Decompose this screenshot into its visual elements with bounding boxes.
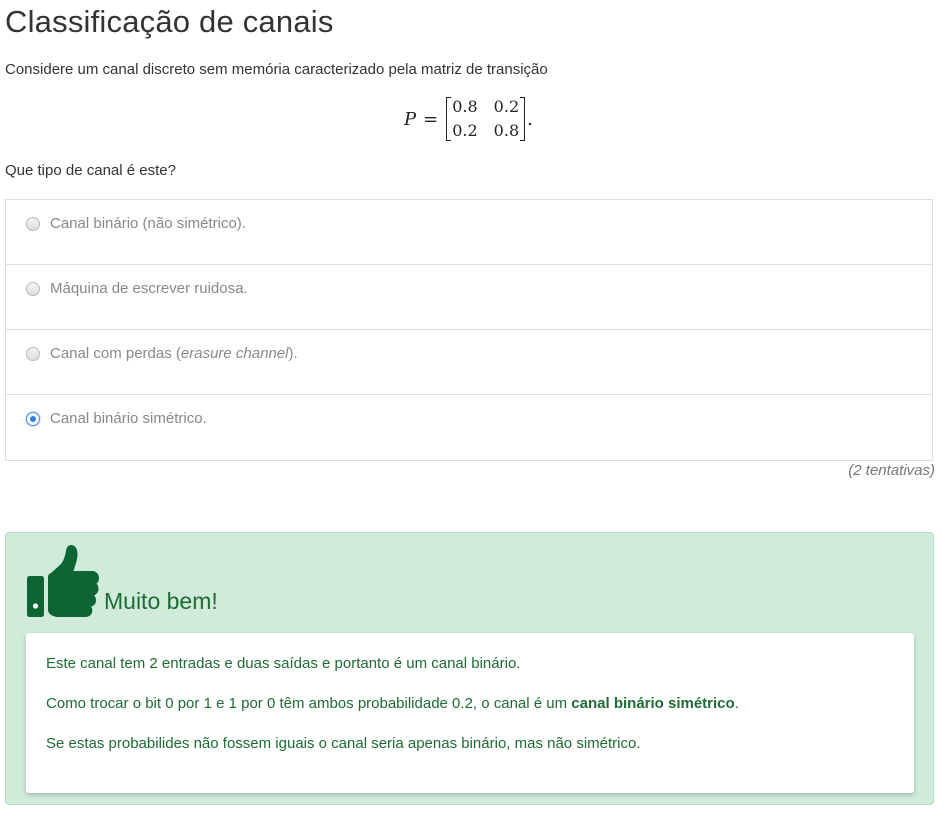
option-label: Canal com perdas (erasure channel). [50,344,298,364]
feedback-paragraph: Este canal tem 2 entradas e duas saídas … [46,655,521,672]
option-noisy-typewriter[interactable]: Máquina de escrever ruidosa. [6,265,932,330]
transition-matrix-equation: P = 0.8 0.2 0.2 0.8 . [404,93,533,145]
feedback-text: Como trocar o bit 0 por 1 e 1 por 0 têm … [46,695,572,712]
feedback-explanation: Este canal tem 2 entradas e duas saídas … [26,633,914,793]
option-label: Canal binário (não simétrico). [50,215,246,232]
option-label: Máquina de escrever ruidosa. [50,280,248,297]
option-erasure-channel[interactable]: Canal com perdas (erasure channel). [6,330,932,395]
matrix-variable: P [404,108,417,130]
feedback-title: Muito bem! [104,588,218,614]
option-label-suffix: ). [288,345,298,362]
feedback-panel: Muito bem! Este canal tem 2 entradas e d… [5,532,934,805]
radio-button[interactable] [26,347,40,361]
attempts-count: (2 tentativas) [848,462,935,479]
radio-button-selected[interactable] [26,412,40,426]
matrix-cell: 0.8 [452,97,478,116]
transition-matrix: 0.8 0.2 0.2 0.8 [446,96,526,142]
option-label-prefix: Canal com perdas ( [50,345,181,362]
option-binary-non-symmetric[interactable]: Canal binário (não simétrico). [6,200,932,265]
option-label-emphasis: erasure channel [180,345,289,362]
equals-sign: = [423,108,439,130]
answer-options: Canal binário (não simétrico). Máquina d… [5,199,933,461]
feedback-paragraph: Se estas probabilides não fossem iguais … [46,735,641,752]
page-title: Classificação de canais [5,4,334,39]
radio-button[interactable] [26,282,40,296]
matrix-period: . [527,108,533,130]
radio-button[interactable] [26,217,40,231]
matrix-cell: 0.2 [493,97,520,116]
option-binary-symmetric[interactable]: Canal binário simétrico. [6,395,932,460]
feedback-bold-term: canal binário simétrico [571,695,735,712]
feedback-text: . [734,695,739,712]
option-label: Canal binário simétrico. [50,410,207,427]
intro-text: Considere um canal discreto sem memória … [5,61,548,78]
thumbs-up-icon [27,545,99,617]
matrix-cell: 0.8 [493,121,520,140]
feedback-paragraph: Como trocar o bit 0 por 1 e 1 por 0 têm … [46,694,894,714]
matrix-cell: 0.2 [452,121,478,140]
question-text: Que tipo de canal é este? [5,162,176,179]
